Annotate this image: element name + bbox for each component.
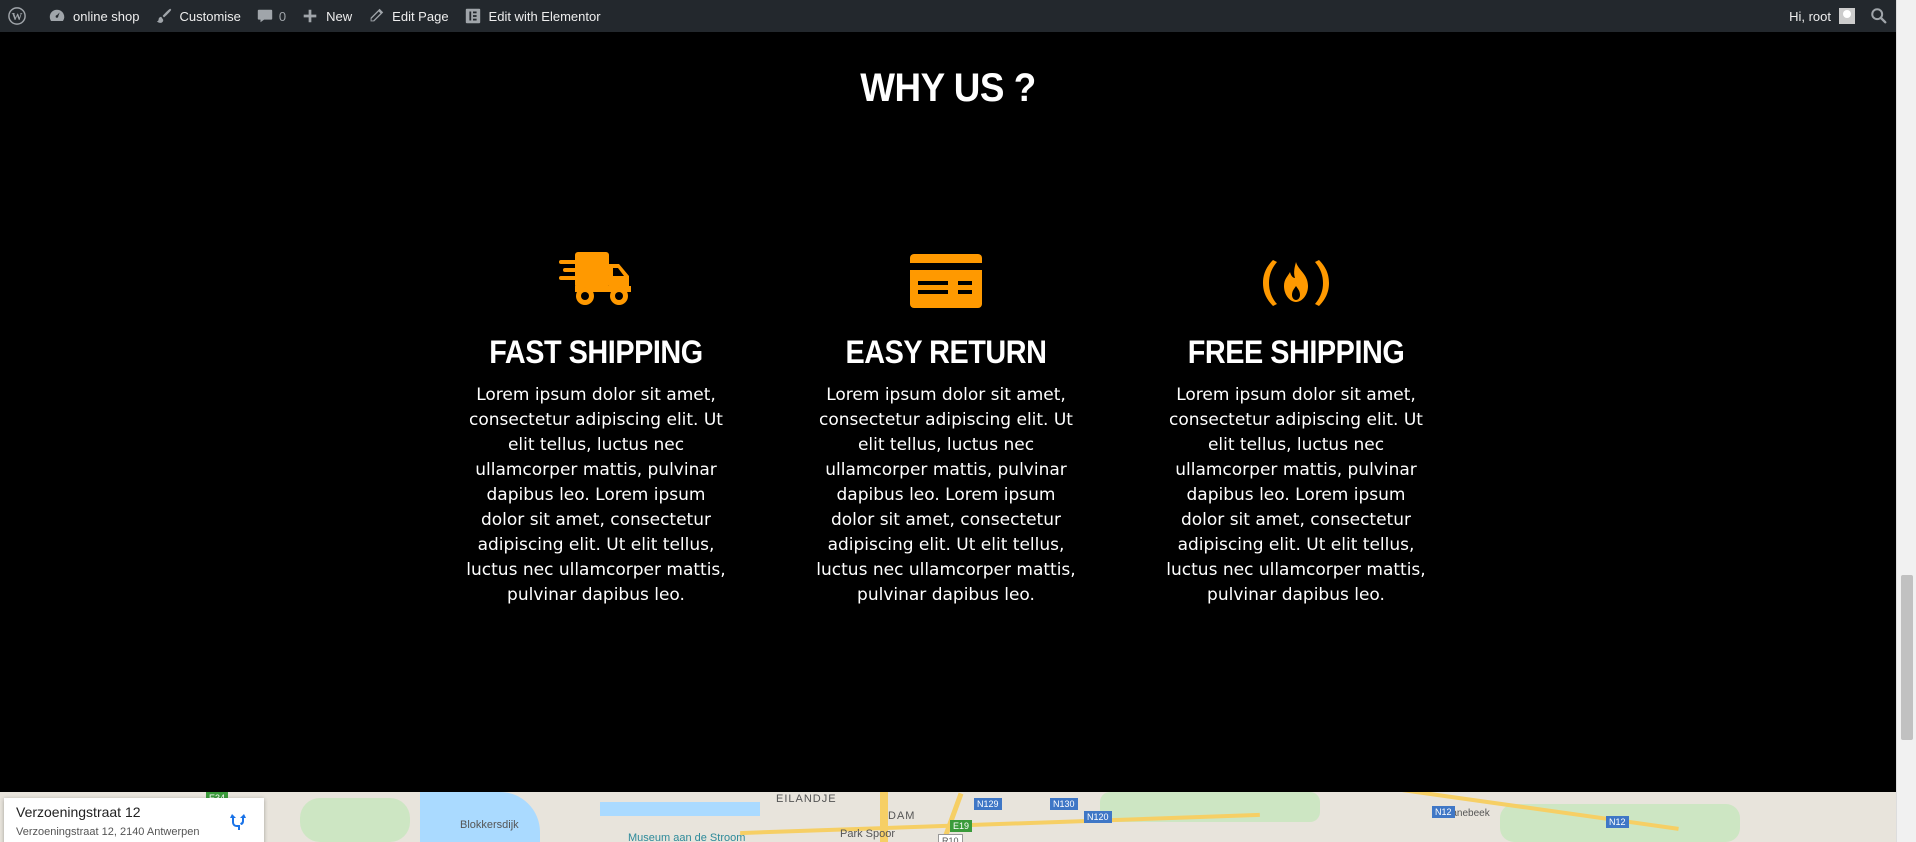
road-tag: N120 [1084,811,1112,823]
greeting-label: Hi, root [1789,8,1831,24]
map-park [300,798,410,842]
road-tag: N12 [1606,816,1629,828]
edit-page-label: Edit Page [392,8,449,24]
road-tag: N12 [1432,806,1455,818]
admin-bar: W online shop Customise 0 New Edit Page [0,0,1896,32]
map-label: Museum aan de Stroom [628,832,746,842]
feature-text: Lorem ipsum dolor sit amet, consectetur … [466,385,726,605]
feature-text: Lorem ipsum dolor sit amet, consectetur … [816,385,1076,605]
edit-page-button[interactable]: Edit Page [359,0,455,32]
google-map[interactable]: Blokkersdijk Museum aan de Stroom EILAND… [0,792,1896,842]
map-water [420,792,540,842]
my-account-menu[interactable]: Hi, root [1782,0,1862,32]
truck-icon [461,246,731,308]
search-button[interactable] [1862,0,1896,32]
paintbrush-icon [154,6,174,26]
wordpress-icon: W [7,6,27,26]
why-us-section: WHY US ? FAST SHIPPING Lorem ipsum dolor… [0,32,1896,792]
site-name-menu[interactable]: online shop [40,0,147,32]
new-label: New [326,8,353,24]
feature-easy-return: EASY RETURN Lorem ipsum dolor sit amet, … [811,246,1081,608]
page-scrollbar[interactable] [1896,0,1916,842]
road-tag: E19 [950,820,973,832]
map-water [600,802,760,816]
section-heading: WHY US ? [860,66,1036,110]
map-label: EILANDJE [776,793,837,805]
pencil-icon [366,6,386,26]
feature-title: FREE SHIPPING [1187,334,1405,370]
feature-fast-shipping: FAST SHIPPING Lorem ipsum dolor sit amet… [461,246,731,608]
customise-button[interactable]: Customise [147,0,248,32]
map-label: Park Spoor [840,828,896,840]
search-icon [1869,6,1889,26]
feature-title: FAST SHIPPING [489,334,703,370]
wordpress-logo-button[interactable]: W [0,0,40,32]
map-place-card: Verzoeningstraat 12 Verzoeningstraat 12,… [4,798,264,842]
feature-free-shipping: FREE SHIPPING Lorem ipsum dolor sit amet… [1161,246,1431,608]
customise-label: Customise [179,8,241,24]
scrollbar-thumb[interactable] [1901,575,1913,740]
place-name: Verzoeningstraat 12 [16,804,141,820]
map-label: Blokkersdijk [460,819,519,831]
place-address: Verzoeningstraat 12, 2140 Antwerpen [16,826,200,838]
comment-icon [255,6,275,26]
credit-card-icon [811,246,1081,308]
svg-text:W: W [12,11,23,23]
avatar [1839,8,1855,24]
plus-icon [300,6,320,26]
directions-icon[interactable] [228,812,248,832]
edit-with-elementor-button[interactable]: Edit with Elementor [456,0,608,32]
road-tag: R10 [938,834,963,842]
dashboard-icon [47,6,67,26]
road-tag: N130 [1050,798,1078,810]
new-content-button[interactable]: New [293,0,359,32]
feature-title: EASY RETURN [845,334,1047,370]
feature-text: Lorem ipsum dolor sit amet, consectetur … [1166,385,1426,605]
road-tag: N129 [974,798,1002,810]
site-name-label: online shop [73,8,140,24]
map-road [740,812,1260,836]
comments-button[interactable]: 0 [248,0,293,32]
map-label: DAM [888,810,916,822]
elementor-icon [463,6,483,26]
admin-bar-secondary: Hi, root [1782,0,1896,32]
comments-count: 0 [278,8,287,24]
edit-elementor-label: Edit with Elementor [488,8,601,24]
free-code-camp-icon [1161,246,1431,308]
